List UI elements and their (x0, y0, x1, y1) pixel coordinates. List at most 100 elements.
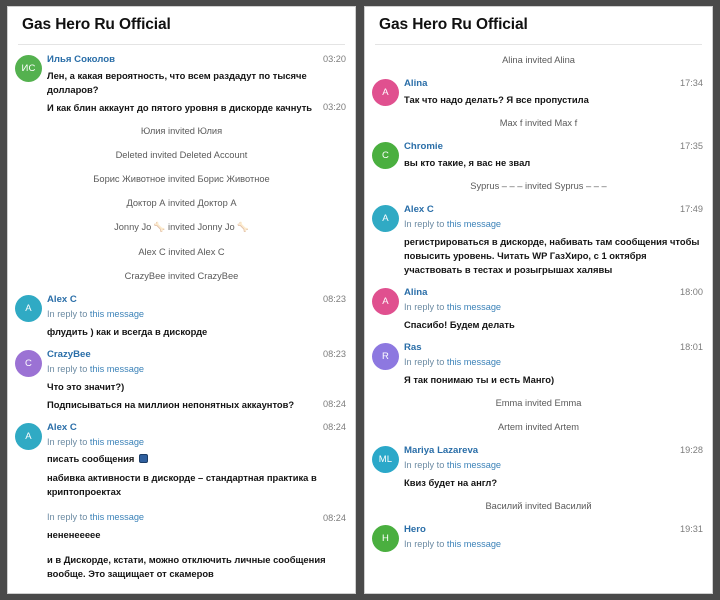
reply-context[interactable]: In reply to this message (404, 537, 703, 553)
sender-name[interactable]: Mariya Lazareva (404, 445, 478, 458)
avatar-column: C (15, 349, 47, 377)
system-message: Deleted invited Deleted Account (115, 150, 248, 161)
system-message: Artem invited Artem (497, 422, 580, 433)
message-time: 08:23 (323, 348, 346, 359)
message-text: регистрироваться в дискорде, набивать та… (404, 235, 700, 276)
system-message: Jonny Jo 🦴 invited Jonny Jo 🦴 (114, 222, 249, 233)
message-time: 19:28 (680, 445, 703, 456)
message-text: Лен, а какая вероятность, что всем разда… (47, 69, 307, 95)
message-header: Alex C 17:49 (404, 204, 703, 217)
message-row: Подписываться на миллион непонятных акка… (47, 396, 346, 414)
chat-panel-right: Gas Hero Ru Official Alina invited Alina… (364, 6, 713, 594)
reply-link[interactable]: this message (90, 512, 144, 522)
message-content: Ras 18:01 In reply to this message Я так по… (404, 342, 703, 389)
message-list-left[interactable]: ИС Илья Соколов 03:20 Лен, а какая вероятно… (8, 45, 355, 593)
message-time: 08:24 (323, 421, 346, 432)
sender-name[interactable]: Alex C (47, 294, 77, 307)
reply-context[interactable]: In reply to this message (47, 510, 144, 526)
avatar[interactable]: H (372, 525, 399, 553)
avatar[interactable]: A (15, 422, 42, 450)
message-header: CrazyBee 08:23 (47, 349, 346, 362)
message-group: A Alina 18:00 In reply to this message Спаси… (365, 282, 712, 337)
system-message: Юлия invited Юлия (140, 125, 223, 136)
avatar-column: H (372, 524, 404, 553)
avatar[interactable]: A (372, 205, 399, 233)
reply-link[interactable]: this message (447, 539, 501, 549)
message-header: Alex C 08:24 (47, 422, 346, 435)
message-content: Hero 19:31 In reply to this message (404, 524, 703, 553)
sender-name[interactable]: Chromie (404, 141, 443, 154)
message-content: Alina 17:34 Так что надо делать? Я все про… (404, 78, 703, 109)
reply-link[interactable]: this message (447, 219, 501, 229)
reply-context[interactable]: In reply to this message (404, 300, 703, 316)
sender-name[interactable]: Alina (404, 287, 427, 300)
avatar[interactable]: C (372, 141, 399, 169)
reply-link[interactable]: this message (447, 357, 501, 367)
avatar[interactable]: A (372, 288, 399, 316)
message-group: C Chromie 17:35 вы кто такие, я вас не звал (365, 136, 712, 175)
sender-name[interactable]: Ras (404, 342, 422, 355)
system-message: Alina invited Alina (502, 54, 575, 65)
avatar[interactable]: ИС (15, 54, 42, 82)
message-content: CrazyBee 08:23 In reply to this message Что… (47, 349, 346, 414)
reply-link[interactable]: this message (90, 309, 144, 319)
avatar[interactable]: ML (372, 446, 399, 474)
reply-context[interactable]: In reply to this message (47, 362, 346, 378)
message-content: Chromie 17:35 вы кто такие, я вас не звал (404, 141, 703, 172)
message-time: 18:01 (680, 342, 703, 353)
sender-name[interactable]: CrazyBee (47, 349, 91, 362)
avatar-column: A (15, 422, 47, 450)
reply-link[interactable]: this message (90, 364, 144, 374)
reply-context[interactable]: In reply to this message (404, 355, 703, 371)
sender-name[interactable]: Alina (404, 78, 427, 91)
system-message: Alex C invited Alex C (138, 246, 225, 257)
chat-panel-left: Gas Hero Ru Official ИС Илья Соколов 03:20… (7, 6, 356, 594)
system-message: Доктор А invited Доктор А (126, 198, 237, 209)
sender-name[interactable]: Alex C (404, 204, 434, 217)
message-header: Mariya Lazareva 19:28 (404, 445, 703, 458)
message-text (47, 544, 346, 551)
message-text: вы кто такие, я вас не звал (404, 156, 531, 168)
sender-name[interactable]: Alex C (47, 422, 77, 435)
message-text: Спасибо! Будем делать (404, 318, 515, 330)
message-header: Илья Соколов 03:20 (47, 54, 346, 67)
avatar[interactable]: C (15, 349, 42, 377)
avatar-column: A (372, 78, 404, 106)
message-header: Alina 17:34 (404, 78, 703, 91)
message-group: A Alex C 08:24 In reply to this message писа… (8, 417, 355, 586)
sender-name[interactable]: Hero (404, 524, 426, 537)
message-content: Илья Соколов 03:20 Лен, а какая вероятност… (47, 54, 346, 117)
message-time: 17:35 (680, 140, 703, 151)
message-group: A Alex C 08:23 In reply to this message флуд… (8, 289, 355, 344)
avatar[interactable]: R (372, 343, 399, 371)
panel-header-left: Gas Hero Ru Official (8, 7, 355, 44)
system-message: Борис Животное invited Борис Животное (93, 174, 270, 185)
panel-header-right: Gas Hero Ru Official (365, 7, 712, 44)
reply-context[interactable]: In reply to this message (47, 307, 346, 323)
message-time: 08:24 (323, 398, 346, 409)
reply-link[interactable]: this message (90, 437, 144, 447)
message-text: Подписываться на миллион непонятных акка… (47, 398, 295, 410)
message-group: A Alina 17:34 Так что надо делать? Я все пр… (365, 73, 712, 112)
message-text: Квиз будет на англ? (404, 476, 498, 488)
reply-link[interactable]: this message (447, 460, 501, 470)
reply-context[interactable]: In reply to this message (47, 435, 346, 451)
message-text: Что это значит?) (47, 380, 125, 392)
message-list-right[interactable]: Alina invited Alina A Alina 17:34 Так что на… (365, 45, 712, 593)
message-text: флудить ) как и всегда в дискорде (47, 325, 208, 337)
avatar-column: A (372, 204, 404, 233)
avatar-column: ИС (15, 54, 47, 82)
reply-context[interactable]: In reply to this message (404, 217, 703, 233)
system-message: Emma invited Emma (495, 397, 582, 408)
avatar[interactable]: A (372, 78, 399, 106)
reply-link[interactable]: this message (447, 302, 501, 312)
message-text: Так что надо делать? Я все пропустила (404, 93, 589, 105)
message-time: 03:20 (323, 53, 346, 64)
sender-name[interactable]: Илья Соколов (47, 54, 115, 67)
message-text: нененеееее (47, 528, 101, 540)
message-text: и в Дискорде, кстати, можно отключить ли… (47, 553, 326, 579)
reply-context[interactable]: In reply to this message (404, 458, 703, 474)
message-text: набивка активности в дискорде – стандарт… (47, 471, 317, 497)
avatar[interactable]: A (15, 294, 42, 322)
